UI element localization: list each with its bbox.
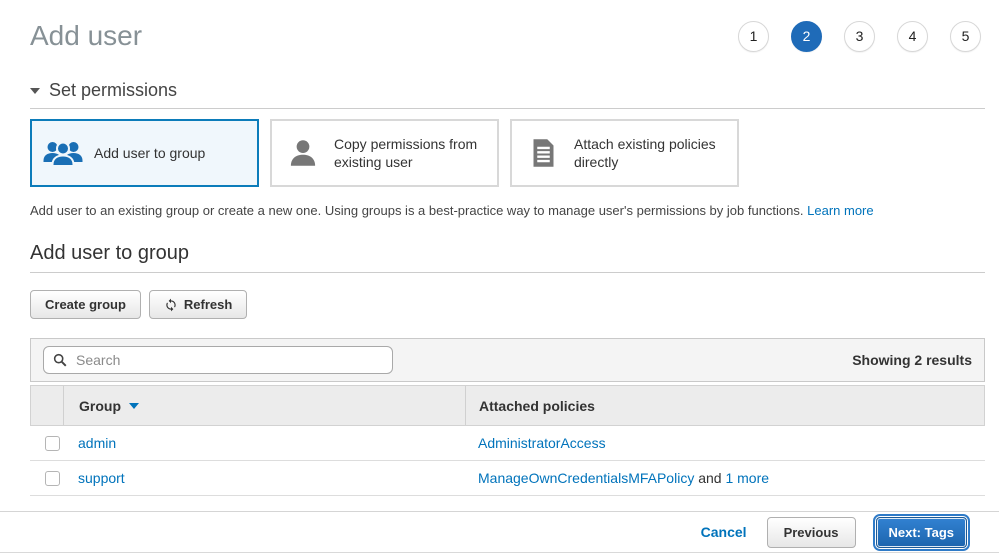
table-row-admin: admin AdministratorAccess (30, 426, 985, 461)
group-name-link[interactable]: admin (78, 435, 116, 451)
refresh-label: Refresh (184, 297, 232, 312)
header-policies-column: Attached policies (466, 386, 984, 425)
step-4[interactable]: 4 (897, 21, 928, 52)
groups-table: Showing 2 results Group Attached policie… (30, 338, 985, 496)
results-count: Showing 2 results (852, 352, 972, 368)
row-checkbox-cell (30, 436, 78, 451)
step-3[interactable]: 3 (844, 21, 875, 52)
wizard-footer: Cancel Previous Next: Tags (0, 511, 999, 553)
option-label: Copy permissions from existing user (334, 135, 497, 171)
create-group-label: Create group (45, 297, 126, 312)
page-title: Add user (30, 20, 142, 52)
divider (30, 108, 985, 109)
policies-cell: AdministratorAccess (465, 435, 985, 451)
permissions-description: Add user to an existing group or create … (30, 203, 985, 218)
row-checkbox-cell (30, 471, 78, 486)
header-group-column[interactable]: Group (64, 386, 466, 425)
table-search-row: Showing 2 results (30, 338, 985, 382)
search-icon (53, 353, 67, 367)
user-icon (272, 138, 334, 168)
option-add-user-to-group[interactable]: Add user to group (30, 119, 259, 187)
step-5[interactable]: 5 (950, 21, 981, 52)
sort-descending-icon (129, 403, 139, 409)
policy-more-link[interactable]: 1 more (725, 470, 769, 486)
step-2-active[interactable]: 2 (791, 21, 822, 52)
group-cell: admin (78, 435, 465, 451)
search-box[interactable] (43, 346, 393, 374)
option-copy-permissions[interactable]: Copy permissions from existing user (270, 119, 499, 187)
policies-cell: ManageOwnCredentialsMFAPolicy and 1 more (465, 470, 985, 486)
collapse-triangle-icon (30, 88, 40, 94)
row-checkbox[interactable] (45, 436, 60, 451)
wizard-step-indicator: 1 2 3 4 5 (738, 21, 981, 52)
previous-button[interactable]: Previous (767, 517, 856, 548)
set-permissions-header[interactable]: Set permissions (30, 80, 985, 101)
policy-link[interactable]: ManageOwnCredentialsMFAPolicy (478, 470, 694, 486)
user-group-icon (32, 139, 94, 167)
learn-more-link[interactable]: Learn more (807, 203, 873, 218)
next-tags-button[interactable]: Next: Tags (876, 517, 968, 548)
step-1[interactable]: 1 (738, 21, 769, 52)
option-label: Add user to group (94, 144, 213, 162)
cancel-button[interactable]: Cancel (701, 524, 747, 540)
table-row-support: support ManageOwnCredentialsMFAPolicy an… (30, 461, 985, 496)
permission-option-cards: Add user to group Copy permissions from … (30, 119, 985, 187)
policy-extra-text: and (694, 470, 725, 486)
policy-link[interactable]: AdministratorAccess (478, 435, 606, 451)
wizard-content: Add user 1 2 3 4 5 Set permissions (0, 0, 999, 496)
table-header-row: Group Attached policies (30, 385, 985, 426)
divider (30, 272, 985, 273)
group-section-title: Add user to group (30, 242, 985, 265)
group-name-link[interactable]: support (78, 470, 125, 486)
group-column-label: Group (79, 398, 121, 414)
policies-column-label: Attached policies (479, 398, 595, 414)
group-toolbar: Create group Refresh (30, 290, 985, 319)
header-checkbox-column (31, 386, 64, 425)
refresh-button[interactable]: Refresh (149, 290, 247, 319)
search-input[interactable] (74, 351, 383, 369)
set-permissions-label: Set permissions (49, 80, 177, 101)
page-header: Add user 1 2 3 4 5 (30, 0, 985, 52)
refresh-icon (164, 298, 178, 312)
group-cell: support (78, 470, 465, 486)
description-text: Add user to an existing group or create … (30, 203, 807, 218)
document-icon (512, 138, 574, 168)
row-checkbox[interactable] (45, 471, 60, 486)
create-group-button[interactable]: Create group (30, 290, 141, 319)
option-attach-policies[interactable]: Attach existing policies directly (510, 119, 739, 187)
option-label: Attach existing policies directly (574, 135, 737, 171)
